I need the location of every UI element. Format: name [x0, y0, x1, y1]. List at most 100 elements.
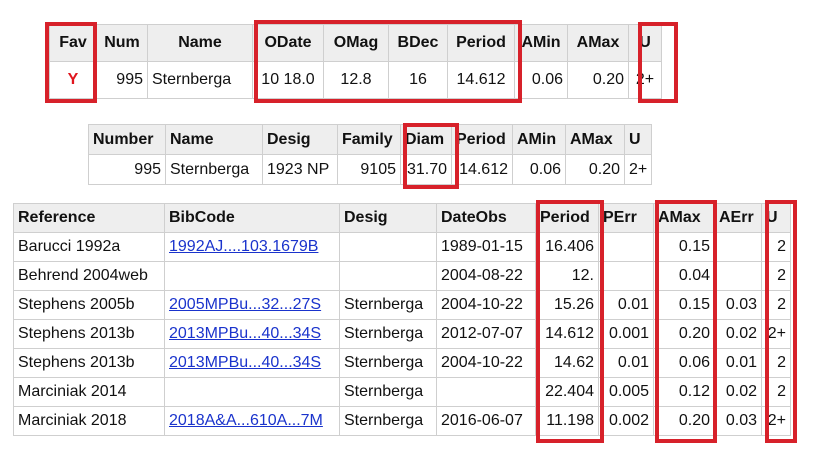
amax-cell: 0.20 [653, 319, 715, 349]
perr-cell: 0.001 [598, 319, 654, 349]
period-cell: 14.612 [535, 319, 599, 349]
bibcode-link[interactable]: 2013MPBu...40...34S [169, 325, 321, 342]
fav-flag: Y [49, 61, 97, 99]
odate-cell: 10 18.0 [252, 61, 324, 99]
table-row: Behrend 2004web 2004-08-22 12. 0.04 2 [13, 261, 791, 291]
aerr-cell [714, 232, 762, 262]
reference-cell: Barucci 1992a [13, 232, 165, 262]
col-amax: AMax [653, 203, 715, 233]
u-cell: 2 [761, 232, 791, 262]
col-fav: Fav [49, 24, 97, 62]
col-amax: AMax [565, 124, 625, 155]
u-cell: 2 [761, 348, 791, 378]
col-odate: ODate [252, 24, 324, 62]
table-row: Barucci 1992a 1992AJ....103.1679B 1989-01-… [13, 232, 791, 262]
reference-cell: Stephens 2013b [13, 348, 165, 378]
col-num: Num [96, 24, 148, 62]
number-cell: 995 [88, 154, 166, 185]
col-diam: Diam [400, 124, 452, 155]
perr-cell: 0.01 [598, 290, 654, 320]
num-cell: 995 [96, 61, 148, 99]
col-bibcode: BibCode [164, 203, 340, 233]
dateobs-cell: 2004-10-22 [436, 290, 536, 320]
u-cell: 2+ [628, 61, 662, 99]
col-period: Period [535, 203, 599, 233]
col-period: Period [447, 24, 515, 62]
col-u: U [628, 24, 662, 62]
amin-cell: 0.06 [512, 154, 566, 185]
desig-cell: Sternberga [339, 406, 437, 436]
references-table: Reference BibCode Desig DateObs Period P… [13, 203, 791, 436]
col-dateobs: DateObs [436, 203, 536, 233]
col-number: Number [88, 124, 166, 155]
col-family: Family [337, 124, 401, 155]
references-body: Barucci 1992a 1992AJ....103.1679B 1989-01-… [13, 232, 791, 436]
aerr-cell: 0.02 [714, 319, 762, 349]
bdec-cell: 16 [388, 61, 448, 99]
dateobs-cell: 2004-08-22 [436, 261, 536, 291]
desig-cell: Sternberga [339, 290, 437, 320]
col-amin: AMin [512, 124, 566, 155]
desig-cell [339, 261, 437, 291]
aerr-cell: 0.02 [714, 377, 762, 407]
u-cell: 2+ [761, 406, 791, 436]
name-cell: Sternberga [165, 154, 263, 185]
perr-cell [598, 232, 654, 262]
table-row: Stephens 2013b 2013MPBu...40...34S Sternbe… [13, 319, 791, 349]
amax-cell: 0.15 [653, 290, 715, 320]
amax-cell: 0.15 [653, 232, 715, 262]
bibcode-link[interactable]: 2005MPBu...32...27S [169, 296, 321, 313]
col-desig: Desig [339, 203, 437, 233]
summary-header-row: Fav Num Name ODate OMag BDec Period AMin… [49, 24, 662, 62]
desig-cell: Sternberga [339, 377, 437, 407]
perr-cell: 0.01 [598, 348, 654, 378]
amax-cell: 0.20 [565, 154, 625, 185]
dateobs-cell [436, 377, 536, 407]
col-u: U [761, 203, 791, 233]
dateobs-cell: 2004-10-22 [436, 348, 536, 378]
summary-table: Fav Num Name ODate OMag BDec Period AMin… [49, 24, 662, 99]
bibcode-cell [164, 261, 340, 291]
col-amin: AMin [514, 24, 568, 62]
bibcode-link[interactable]: 2018A&A...610A...7M [169, 412, 323, 429]
physical-row: 995 Sternberga 1923 NP 9105 31.70 14.612… [88, 154, 653, 185]
omag-cell: 12.8 [323, 61, 389, 99]
reference-cell: Stephens 2013b [13, 319, 165, 349]
desig-cell: Sternberga [339, 348, 437, 378]
table-row: Stephens 2005b 2005MPBu...32...27S Sternbe… [13, 290, 791, 320]
summary-row: Y 995 Sternberga 10 18.0 12.8 16 14.612 … [49, 61, 662, 99]
col-omag: OMag [323, 24, 389, 62]
desig-cell: 1923 NP [262, 154, 338, 185]
bibcode-link[interactable]: 2013MPBu...40...34S [169, 354, 321, 371]
dateobs-cell: 1989-01-15 [436, 232, 536, 262]
period-cell: 12. [535, 261, 599, 291]
dateobs-cell: 2016-06-07 [436, 406, 536, 436]
desig-cell [339, 232, 437, 262]
amax-cell: 0.12 [653, 377, 715, 407]
aerr-cell: 0.01 [714, 348, 762, 378]
perr-cell [598, 261, 654, 291]
references-header-row: Reference BibCode Desig DateObs Period P… [13, 203, 791, 233]
period-cell: 14.612 [447, 61, 515, 99]
bibcode-link[interactable]: 1992AJ....103.1679B [169, 238, 318, 255]
col-aerr: AErr [714, 203, 762, 233]
reference-cell: Behrend 2004web [13, 261, 165, 291]
bibcode-cell: 2013MPBu...40...34S [164, 319, 340, 349]
aerr-cell: 0.03 [714, 290, 762, 320]
u-cell: 2 [761, 377, 791, 407]
bibcode-cell: 2005MPBu...32...27S [164, 290, 340, 320]
table-row: Marciniak 2018 2018A&A...610A...7M Sternbe… [13, 406, 791, 436]
amax-cell: 0.04 [653, 261, 715, 291]
u-cell: 2 [761, 261, 791, 291]
reference-cell: Stephens 2005b [13, 290, 165, 320]
name-cell: Sternberga [147, 61, 253, 99]
reference-cell: Marciniak 2014 [13, 377, 165, 407]
col-name: Name [165, 124, 263, 155]
period-cell: 15.26 [535, 290, 599, 320]
period-cell: 14.62 [535, 348, 599, 378]
amax-cell: 0.20 [567, 61, 629, 99]
desig-cell: Sternberga [339, 319, 437, 349]
period-cell: 14.612 [451, 154, 513, 185]
u-cell: 2 [761, 290, 791, 320]
aerr-cell: 0.03 [714, 406, 762, 436]
